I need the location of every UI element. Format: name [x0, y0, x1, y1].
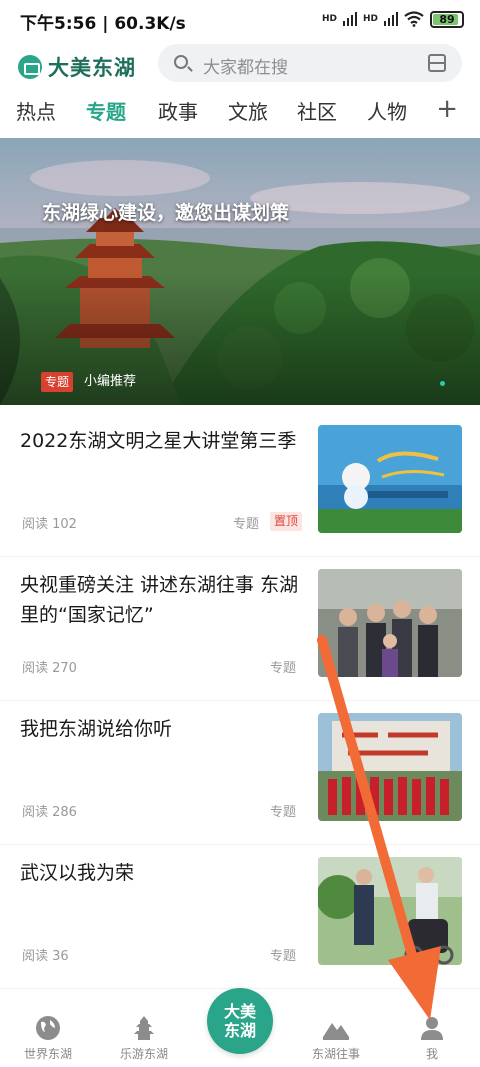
nav-label: 东湖往事	[311, 1047, 360, 1061]
article-item[interactable]: 武汉以我为荣 阅读 36 专题	[0, 845, 480, 989]
article-item[interactable]: 我把东湖说给你听 阅读 286 专题	[0, 701, 480, 845]
article-category: 专题	[270, 949, 297, 964]
article-thumbnail[interactable]	[318, 857, 462, 965]
article-read-count: 阅读 286	[22, 805, 77, 820]
article-item[interactable]: 2022东湖文明之星大讲堂第三季 阅读 102 专题 置顶	[0, 413, 480, 557]
pinned-badge: 置顶	[270, 512, 303, 531]
thumbnail-image	[318, 425, 462, 533]
signal-hd-1: HD	[321, 13, 337, 24]
article-title[interactable]: 央视重磅关注 讲述东湖往事 东湖里的“国家记忆”	[20, 570, 302, 630]
article-title[interactable]: 我把东湖说给你听	[20, 714, 302, 744]
pagoda-icon	[134, 1016, 154, 1040]
scan-icon[interactable]	[428, 54, 446, 72]
banner-image	[0, 138, 480, 405]
article-category: 专题	[270, 805, 297, 820]
status-bar: 下午5:56 | 60.3K/s HD HD 89	[0, 0, 480, 38]
logo-icon	[18, 55, 42, 79]
status-icons: HD HD 89	[316, 9, 464, 29]
nav-world-donghu[interactable]: 世界东湖	[8, 1015, 88, 1062]
nav-center-line1: 大美	[223, 1002, 256, 1021]
search-placeholder: 大家都在搜	[203, 58, 288, 78]
article-category: 专题	[233, 517, 260, 532]
nav-label: 我	[425, 1047, 438, 1061]
person-icon	[421, 1017, 443, 1040]
article-thumbnail[interactable]	[318, 713, 462, 821]
tab-culture-travel[interactable]: 文旅	[228, 96, 268, 125]
nav-donghu-past[interactable]: 东湖往事	[296, 1015, 376, 1062]
app-logo: 大美东湖	[18, 52, 136, 82]
mountain-icon	[323, 1023, 349, 1040]
nav-center-label: 大美 东湖	[207, 1002, 273, 1040]
nav-center-line2: 东湖	[223, 1021, 256, 1040]
tab-people[interactable]: 人物	[367, 96, 407, 125]
globe-icon	[36, 1016, 60, 1040]
article-read-count: 阅读 36	[22, 949, 69, 964]
tab-hot[interactable]: 热点	[16, 96, 56, 125]
banner-tag: 专题	[41, 372, 74, 392]
signal-bars-icon	[342, 12, 357, 26]
tab-community[interactable]: 社区	[297, 96, 337, 125]
tab-politics[interactable]: 政事	[158, 96, 198, 125]
thumbnail-image	[318, 569, 462, 677]
carousel-indicator	[440, 381, 445, 386]
article-category: 专题	[270, 661, 297, 676]
wifi-icon	[404, 11, 424, 27]
status-time-speed: 下午5:56 | 60.3K/s	[20, 14, 186, 34]
article-thumbnail[interactable]	[318, 569, 462, 677]
nav-label: 乐游东湖	[119, 1047, 168, 1061]
thumbnail-image	[318, 857, 462, 965]
article-thumbnail[interactable]	[318, 425, 462, 533]
article-title[interactable]: 武汉以我为荣	[20, 858, 302, 888]
article-title[interactable]: 2022东湖文明之星大讲堂第三季	[20, 426, 302, 456]
app-header: 大美东湖 大家都在搜	[0, 38, 480, 90]
signal-hd-2: HD	[362, 13, 378, 24]
nav-label: 世界东湖	[23, 1047, 72, 1061]
logo-text: 大美东湖	[48, 55, 136, 80]
nav-me[interactable]: 我	[392, 1015, 472, 1062]
battery-level-text: 89	[439, 12, 455, 26]
banner-title[interactable]: 东湖绿心建设，邀您出谋划策	[42, 198, 289, 225]
thumbnail-image	[318, 713, 462, 821]
featured-banner[interactable]	[0, 138, 480, 405]
search-bar[interactable]: 大家都在搜	[158, 44, 462, 82]
banner-subtitle: 小编推荐	[84, 374, 137, 389]
article-read-count: 阅读 102	[22, 517, 77, 532]
category-tabs: 热点 专题 政事 文旅 社区 人物 +	[0, 90, 480, 130]
battery-indicator: 89	[430, 10, 464, 28]
nav-travel-donghu[interactable]: 乐游东湖	[104, 1015, 184, 1062]
article-read-count: 阅读 270	[22, 661, 77, 676]
tab-topics[interactable]: 专题	[86, 96, 126, 125]
article-item[interactable]: 央视重磅关注 讲述东湖往事 东湖里的“国家记忆” 阅读 270 专题	[0, 557, 480, 701]
search-icon	[174, 55, 188, 69]
signal-bars-icon	[384, 12, 398, 26]
add-tab-button[interactable]: +	[436, 94, 458, 124]
nav-home-button[interactable]: 大美 东湖	[207, 988, 273, 1054]
